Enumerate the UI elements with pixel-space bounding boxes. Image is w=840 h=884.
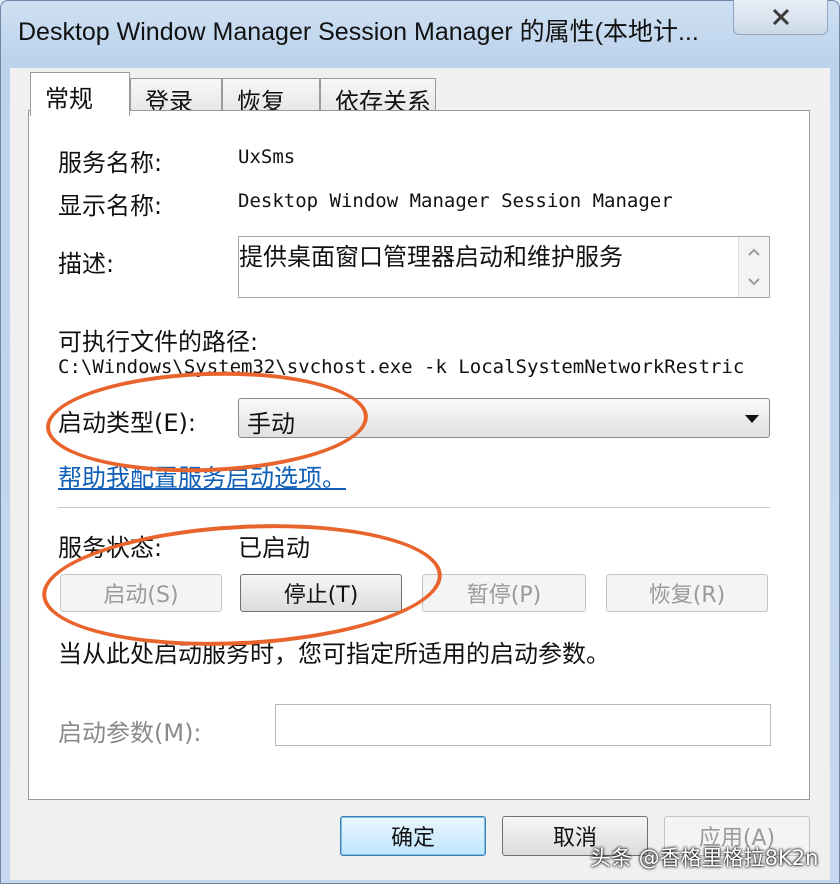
resume-button[interactable]: 恢复(R) — [606, 574, 768, 612]
tab-logon[interactable]: 登录 — [130, 78, 222, 116]
close-button[interactable] — [733, 0, 828, 35]
service-name-label: 服务名称: — [58, 149, 163, 177]
watermark-text: 头条 @香格里格拉8K2n — [590, 846, 819, 870]
scroll-down-icon[interactable] — [739, 267, 769, 297]
start-params-input[interactable] — [275, 704, 771, 746]
scroll-up-icon[interactable] — [739, 237, 769, 267]
window-title: Desktop Window Manager Session Manager 的… — [18, 18, 699, 46]
description-field[interactable]: 提供桌面窗口管理器启动和维护服务 — [238, 236, 770, 298]
description-value: 提供桌面窗口管理器启动和维护服务 — [239, 243, 623, 271]
tab-recovery[interactable]: 恢复 — [222, 78, 320, 116]
service-name-value: UxSms — [238, 146, 296, 168]
exe-path-label: 可执行文件的路径: — [58, 328, 259, 356]
description-label: 描述: — [58, 250, 115, 278]
tab-general-label: 常规 — [45, 85, 93, 113]
pause-button[interactable]: 暂停(P) — [422, 574, 586, 612]
display-name-value: Desktop Window Manager Session Manager — [238, 190, 673, 212]
close-icon — [772, 8, 789, 26]
start-params-label: 启动参数(M): — [58, 719, 202, 747]
description-scrollbar[interactable] — [738, 237, 769, 297]
ok-button[interactable]: 确定 — [340, 816, 486, 856]
tab-dependencies[interactable]: 依存关系 — [320, 78, 436, 116]
section-divider — [58, 507, 770, 508]
chevron-down-icon — [745, 415, 759, 423]
display-name-label: 显示名称: — [58, 192, 163, 220]
tab-general[interactable]: 常规 — [30, 72, 130, 116]
